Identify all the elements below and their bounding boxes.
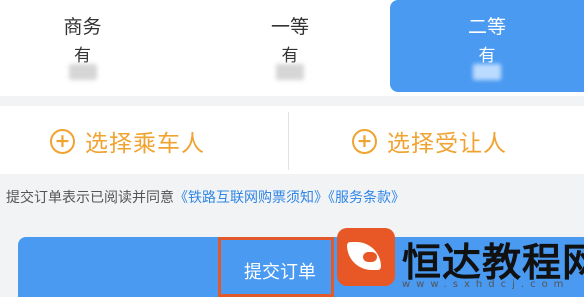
seat-option-first-class[interactable]: 一等 有 <box>195 0 385 92</box>
seat-price-blurred <box>473 64 501 80</box>
agreement-text: 提交订单表示已阅读并同意《铁路互联网购票须知》《服务条款》 <box>6 187 405 207</box>
seat-option-business[interactable]: 商务 有 <box>0 0 165 92</box>
seat-availability: 有 <box>478 46 496 66</box>
add-transferee-button[interactable]: + 选择受让人 <box>352 112 572 170</box>
agreement-prefix: 提交订单表示已阅读并同意 <box>6 190 174 206</box>
terms-of-service-link[interactable]: 《服务条款》 <box>328 190 405 206</box>
watermark-logo-icon <box>337 228 395 286</box>
add-transferee-label: 选择受让人 <box>387 131 507 157</box>
seat-name: 商务 <box>63 16 102 38</box>
watermark-url: www.sxhdcj.com <box>402 279 570 290</box>
seat-availability: 有 <box>281 46 299 66</box>
seat-name: 一等 <box>270 16 309 38</box>
add-passenger-label: 选择乘车人 <box>85 131 205 157</box>
seat-class-row: 商务 有 一等 有 二等 有 <box>0 0 584 96</box>
plus-circle-icon: + <box>352 128 377 154</box>
seat-availability: 有 <box>74 46 91 66</box>
seat-name: 二等 <box>467 16 506 38</box>
seat-price-blurred <box>276 64 304 80</box>
add-passenger-button[interactable]: + 选择乘车人 <box>50 112 280 170</box>
plus-circle-icon: + <box>50 128 75 154</box>
divider <box>288 112 289 170</box>
submit-order-button[interactable]: 提交订单 <box>244 258 316 284</box>
seat-option-second-class[interactable]: 二等 有 <box>390 0 584 92</box>
seat-price-blurred <box>68 64 97 80</box>
ticket-rules-link[interactable]: 《铁路互联网购票须知》 <box>174 190 328 206</box>
